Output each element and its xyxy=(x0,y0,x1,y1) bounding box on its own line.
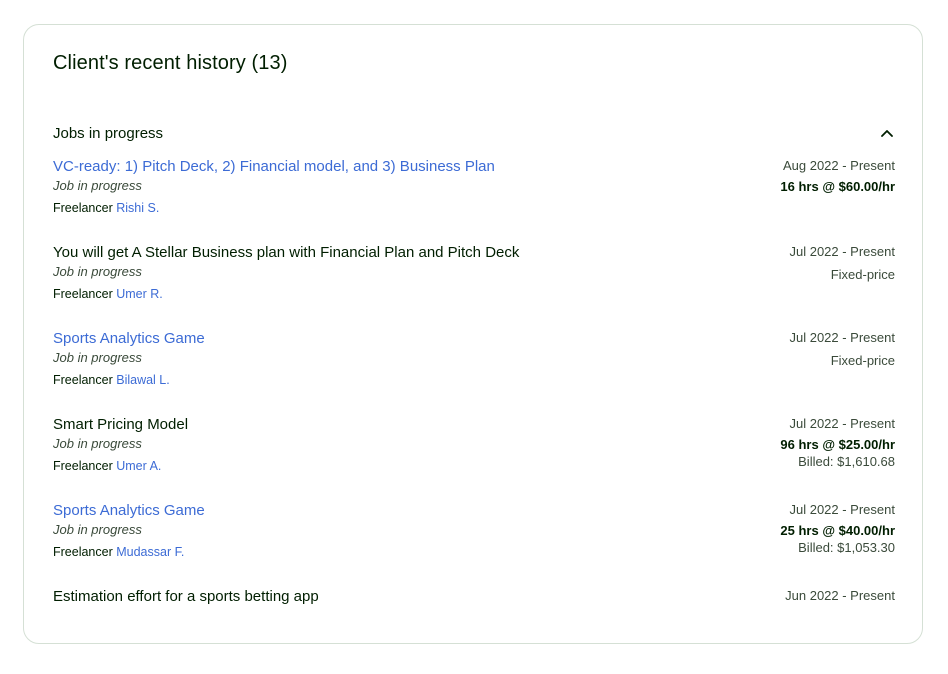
job-title: Estimation effort for a sports betting a… xyxy=(53,588,319,605)
job-status: Job in progress xyxy=(53,264,142,279)
job-date: Jun 2022 - Present xyxy=(785,588,895,603)
job-freelancer: Freelancer Umer A. xyxy=(53,458,161,474)
job-freelancer: Freelancer Umer R. xyxy=(53,286,163,302)
freelancer-link[interactable]: Bilawal L. xyxy=(116,373,170,387)
job-freelancer: Freelancer Rishi S. xyxy=(53,200,159,216)
job-billed: Billed: $1,053.30 xyxy=(798,540,895,555)
job-billed: Billed: $1,610.68 xyxy=(798,454,895,469)
job-item: You will get A Stellar Business plan wit… xyxy=(53,244,895,330)
job-rate: 25 hrs @ $40.00/hr xyxy=(780,523,895,538)
card-title: Client's recent history (13) xyxy=(53,52,288,74)
job-title[interactable]: Sports Analytics Game xyxy=(53,330,205,348)
job-item: Sports Analytics Game Job in progress Free… xyxy=(53,330,895,416)
job-date: Jul 2022 - Present xyxy=(789,416,895,431)
job-title: Smart Pricing Model xyxy=(53,416,189,433)
freelancer-prefix: Freelancer xyxy=(53,373,113,387)
freelancer-link[interactable]: Mudassar F. xyxy=(116,545,184,559)
freelancer-link[interactable]: Rishi S. xyxy=(116,201,159,215)
freelancer-prefix: Freelancer xyxy=(53,545,113,559)
job-status: Job in progress xyxy=(53,522,142,537)
freelancer-prefix: Freelancer xyxy=(53,287,113,301)
freelancer-link[interactable]: Umer R. xyxy=(116,287,163,301)
job-title: You will get A Stellar Business plan wit… xyxy=(53,244,520,261)
job-item: VC-ready: 1) Pitch Deck, 2) Financial mo… xyxy=(53,158,895,244)
jobs-list: VC-ready: 1) Pitch Deck, 2) Financial mo… xyxy=(53,158,895,674)
client-history-card: Client's recent history (13) Jobs in pro… xyxy=(23,24,923,644)
freelancer-link[interactable]: Umer A. xyxy=(116,459,161,473)
freelancer-prefix: Freelancer xyxy=(53,201,113,215)
jobs-in-progress-toggle[interactable]: Jobs in progress xyxy=(53,121,895,145)
section-title: Jobs in progress xyxy=(53,124,164,142)
job-item: Estimation effort for a sports betting a… xyxy=(53,588,895,674)
job-status: Job in progress xyxy=(53,350,142,365)
job-rate: 96 hrs @ $25.00/hr xyxy=(780,437,895,452)
job-freelancer: Freelancer Mudassar F. xyxy=(53,544,184,560)
chevron-up-icon[interactable] xyxy=(879,125,895,141)
job-status: Job in progress xyxy=(53,436,142,451)
job-date: Jul 2022 - Present xyxy=(789,330,895,345)
job-date: Jul 2022 - Present xyxy=(789,244,895,259)
job-date: Aug 2022 - Present xyxy=(782,158,895,173)
job-date: Jul 2022 - Present xyxy=(789,502,895,517)
job-rate: Fixed-price xyxy=(830,353,895,368)
job-rate: 16 hrs @ $60.00/hr xyxy=(780,179,895,194)
freelancer-prefix: Freelancer xyxy=(53,459,113,473)
job-item: Sports Analytics Game Job in progress Free… xyxy=(53,502,895,588)
job-freelancer: Freelancer Bilawal L. xyxy=(53,372,170,388)
job-item: Smart Pricing Model Job in progress Freela… xyxy=(53,416,895,502)
job-title[interactable]: VC-ready: 1) Pitch Deck, 2) Financial mo… xyxy=(53,158,495,176)
job-rate: Fixed-price xyxy=(830,267,895,282)
job-status: Job in progress xyxy=(53,178,142,193)
job-title[interactable]: Sports Analytics Game xyxy=(53,502,205,520)
